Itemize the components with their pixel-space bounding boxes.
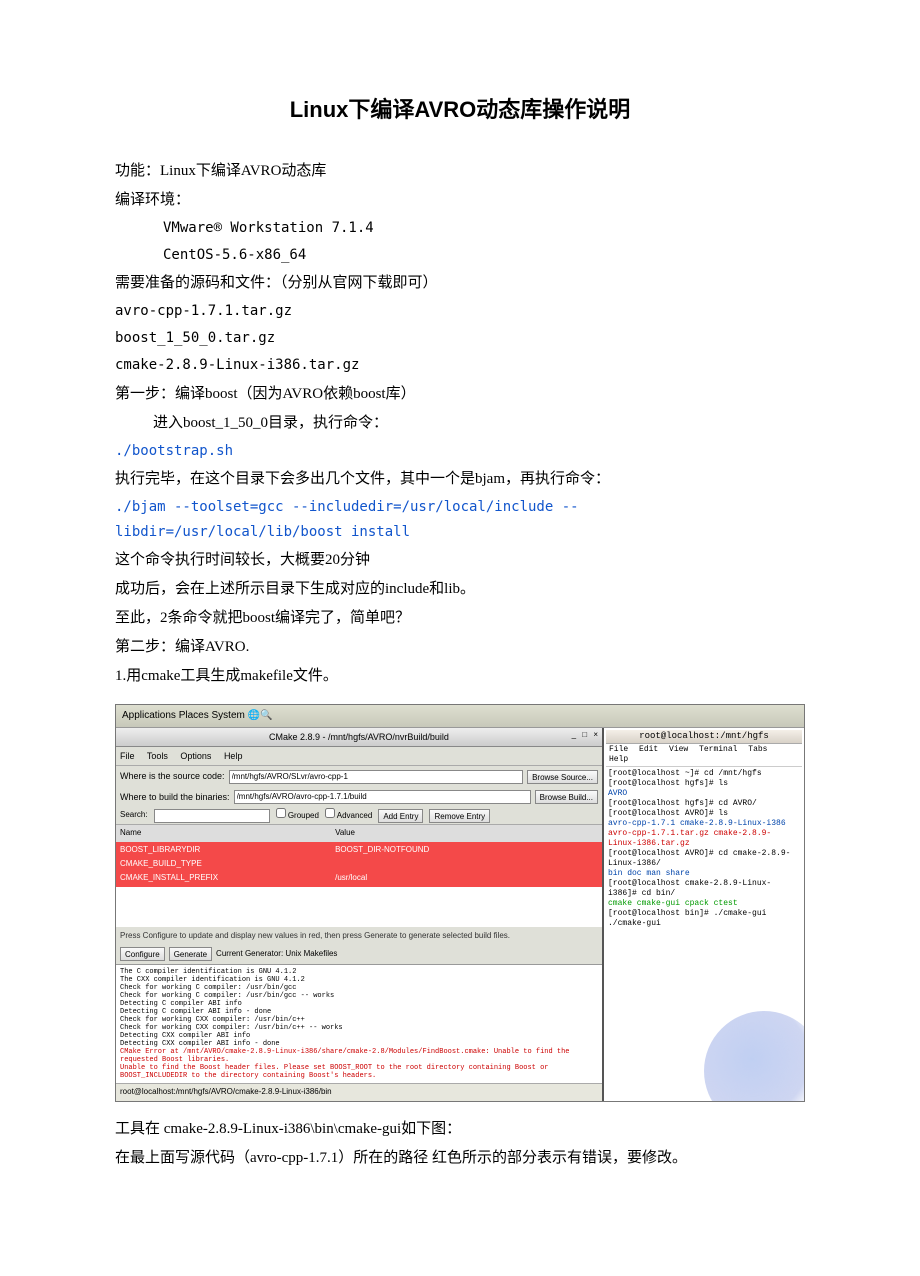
remove-entry-button[interactable]: Remove Entry <box>429 809 490 823</box>
env-label: 编译环境： <box>115 187 805 214</box>
terminal-window: root@localhost:/mnt/hgfs File Edit View … <box>604 728 804 1101</box>
step1: 第一步：编译boost（因为AVRO依赖boost库） <box>115 381 805 408</box>
menu-tools[interactable]: Tools <box>147 751 168 761</box>
caption-tool-path: 工具在 cmake-2.8.9-Linux-i386\bin\cmake-gui… <box>115 1116 805 1143</box>
advanced-checkbox[interactable]: Advanced <box>325 808 372 823</box>
cmake-menubar[interactable]: File Tools Options Help <box>116 747 602 766</box>
step1-time: 这个命令执行时间较长，大概要20分钟 <box>115 547 805 574</box>
file-avro: avro-cpp-1.7.1.tar.gz <box>115 299 805 324</box>
window-controls[interactable]: _ □ × <box>572 728 600 742</box>
terminal-menubar[interactable]: File Edit View Terminal Tabs Help <box>606 744 802 767</box>
gnome-panel: Applications Places System 🌐🔍 <box>116 705 804 728</box>
generate-button[interactable]: Generate <box>169 947 212 961</box>
term-menu-view[interactable]: View <box>669 745 688 754</box>
prep-label: 需要准备的源码和文件：（分别从官网下载即可） <box>115 270 805 297</box>
term-menu-tabs[interactable]: Tabs <box>748 745 767 754</box>
doc-title: Linux下编译AVRO动态库操作说明 <box>115 90 805 130</box>
cmake-titlebar: CMake 2.8.9 - /mnt/hgfs/AVRO/nvrBuild/bu… <box>116 728 602 747</box>
cache-empty-area <box>116 887 602 927</box>
status-bar: root@localhost:/mnt/hgfs/AVRO/cmake-2.8.… <box>116 1083 602 1100</box>
col-name: Name <box>120 826 335 840</box>
func-line: 功能：Linux下编译AVRO动态库 <box>115 158 805 185</box>
search-input[interactable] <box>154 809 270 823</box>
cache-rows[interactable]: BOOST_LIBRARYDIRBOOST_DIR-NOTFOUND CMAKE… <box>116 842 602 887</box>
table-row: CMAKE_BUILD_TYPE <box>120 857 598 871</box>
search-label: Search: <box>120 808 148 822</box>
env-vmware: VMware® Workstation 7.1.4 <box>115 216 805 241</box>
menu-help[interactable]: Help <box>224 751 243 761</box>
file-cmake: cmake-2.8.9-Linux-i386.tar.gz <box>115 353 805 378</box>
src-input[interactable] <box>229 770 524 784</box>
step2: 第二步：编译AVRO. <box>115 634 805 661</box>
cmake-screenshot: Applications Places System 🌐🔍 CMake 2.8.… <box>115 704 805 1102</box>
col-value: Value <box>335 826 355 840</box>
grouped-checkbox[interactable]: Grouped <box>276 808 319 823</box>
browse-build-button[interactable]: Browse Build... <box>535 790 598 804</box>
table-row: BOOST_LIBRARYDIRBOOST_DIR-NOTFOUND <box>120 843 598 857</box>
step1-done: 至此，2条命令就把boost编译完了，简单吧？ <box>115 605 805 632</box>
bld-label: Where to build the binaries: <box>120 789 230 805</box>
term-menu-terminal[interactable]: Terminal <box>699 745 737 754</box>
caption-red-error: 在最上面写源代码（avro-cpp-1.7.1）所在的路径 红色所示的部分表示有… <box>115 1145 805 1172</box>
table-row: CMAKE_INSTALL_PREFIX/usr/local <box>120 871 598 885</box>
env-centos: CentOS-5.6-x86_64 <box>115 243 805 268</box>
configure-button[interactable]: Configure <box>120 947 165 961</box>
bld-input[interactable] <box>234 790 531 804</box>
src-label: Where is the source code: <box>120 768 225 784</box>
browse-source-button[interactable]: Browse Source... <box>527 770 598 784</box>
file-boost: boost_1_50_0.tar.gz <box>115 326 805 351</box>
cmake-output: The C compiler identification is GNU 4.1… <box>116 964 602 1084</box>
cache-table-header: Name Value <box>116 825 602 841</box>
cmake-title-text: CMake 2.8.9 - /mnt/hgfs/AVRO/nvrBuild/bu… <box>269 729 449 745</box>
hint-text: Press Configure to update and display ne… <box>116 927 602 945</box>
menu-options[interactable]: Options <box>180 751 211 761</box>
generator-label: Current Generator: Unix Makefiles <box>216 947 337 961</box>
term-menu-help[interactable]: Help <box>609 755 628 764</box>
terminal-title: root@localhost:/mnt/hgfs <box>606 730 802 744</box>
step2a: 1.用cmake工具生成makefile文件。 <box>115 663 805 690</box>
cmd-bootstrap: ./bootstrap.sh <box>115 439 805 464</box>
cmd-bjam: ./bjam --toolset=gcc --includedir=/usr/l… <box>115 495 805 545</box>
step1-enter: 进入boost_1_50_0目录，执行命令： <box>115 410 805 437</box>
cmake-gui-window: CMake 2.8.9 - /mnt/hgfs/AVRO/nvrBuild/bu… <box>116 728 604 1101</box>
step1-result: 成功后，会在上述所示目录下生成对应的include和lib。 <box>115 576 805 603</box>
term-menu-file[interactable]: File <box>609 745 628 754</box>
menu-file[interactable]: File <box>120 751 135 761</box>
add-entry-button[interactable]: Add Entry <box>378 809 423 823</box>
term-menu-edit[interactable]: Edit <box>639 745 658 754</box>
step1-after: 执行完毕，在这个目录下会多出几个文件，其中一个是bjam，再执行命令： <box>115 466 805 493</box>
terminal-body[interactable]: [root@localhost ~]# cd /mnt/hgfs [root@l… <box>606 767 802 1098</box>
